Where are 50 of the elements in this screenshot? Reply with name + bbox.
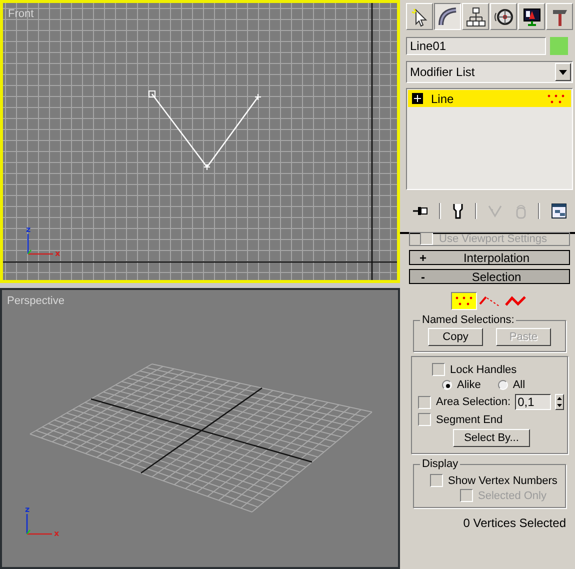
checkbox-label: Segment End: [436, 414, 503, 426]
fork-icon: [452, 203, 464, 219]
vertex-icon[interactable]: [450, 292, 476, 310]
axis-label: z: [25, 505, 30, 514]
monitor-icon: [522, 6, 542, 26]
panel-tab[interactable]: [434, 3, 461, 30]
stack-tool-button[interactable]: [410, 204, 430, 218]
selection-status: 0 Vertices Selected: [462, 515, 567, 530]
checkbox-label: Use Viewport Settings: [439, 233, 548, 245]
checkbox[interactable]: [418, 413, 431, 426]
radio-button[interactable]: [498, 380, 508, 390]
caret-icon: [559, 70, 567, 74]
object-name-field[interactable]: Line01: [406, 37, 546, 55]
v-shape-icon: [488, 204, 502, 218]
axis-label: x: [55, 249, 60, 258]
axis-label: x: [54, 529, 60, 538]
hierarchy-icon: [466, 6, 486, 26]
radio-label: All: [512, 379, 526, 391]
checkbox-label: Show Vertex Numbers: [448, 474, 558, 486]
trash-icon: [514, 203, 527, 219]
stack-item[interactable]: Line: [408, 90, 571, 107]
spinner-arrows[interactable]: [554, 394, 564, 410]
checkbox-label: Lock Handles: [450, 364, 517, 376]
axis-tripod-icon: [26, 514, 52, 535]
expand-icon[interactable]: [412, 93, 423, 104]
cursor-icon: [410, 6, 430, 26]
arc-icon: [438, 6, 458, 26]
checkbox[interactable]: [418, 396, 431, 408]
copy-button[interactable]: Copy: [428, 328, 483, 346]
object-color-swatch[interactable]: [550, 37, 568, 55]
rollout-header[interactable]: + Interpolation: [409, 250, 570, 265]
axis-tripod-icon: [27, 234, 53, 255]
select-by-button[interactable]: Select By...: [453, 429, 530, 447]
radio-label: Alike: [457, 379, 481, 391]
checkbox-label: Area Selection:: [436, 396, 511, 408]
front-viewport[interactable]: Front z x: [0, 0, 400, 283]
axis-label: z: [26, 225, 31, 234]
pin-icon: [412, 204, 428, 218]
checkbox[interactable]: [430, 474, 443, 487]
modifier-dropdown[interactable]: Modifier List: [406, 61, 573, 83]
group-title: Named Selections:: [421, 314, 516, 326]
checkbox[interactable]: [432, 363, 445, 376]
rollout-header[interactable]: - Selection: [409, 269, 570, 284]
wheel-icon: [494, 6, 514, 26]
checkbox-label: Selected Only: [478, 490, 546, 502]
stack-tool-button[interactable]: [548, 203, 569, 219]
radio-button[interactable]: [442, 380, 452, 390]
group-title: Display: [421, 458, 460, 470]
configure-icon: [550, 203, 567, 219]
area-selection-field[interactable]: 0,1: [514, 394, 551, 410]
